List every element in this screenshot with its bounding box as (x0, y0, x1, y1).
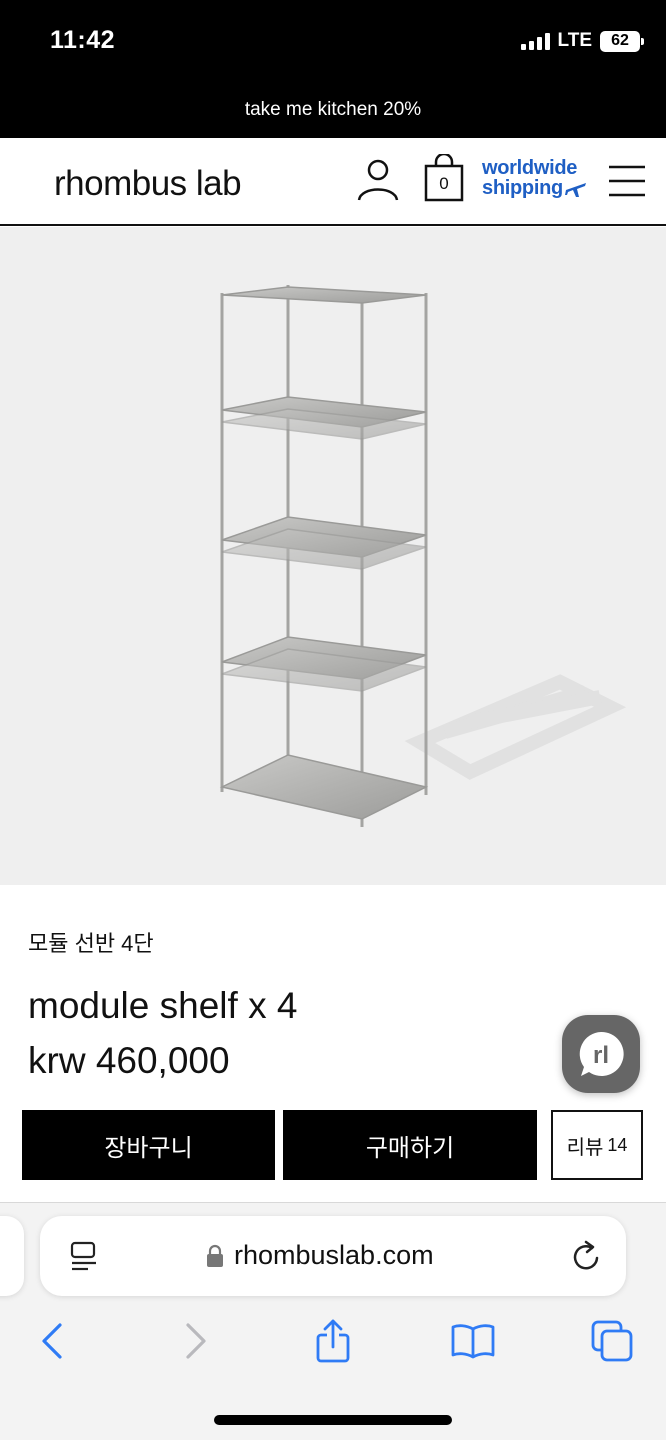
shelf-product-photo (219, 285, 627, 827)
hamburger-menu-icon[interactable] (608, 164, 646, 198)
chat-label: rl (593, 1042, 609, 1069)
buy-now-button[interactable]: 구매하기 (283, 1110, 537, 1180)
battery-icon: 62 (600, 30, 644, 52)
add-to-cart-button[interactable]: 장바구니 (22, 1110, 275, 1180)
book-icon (451, 1324, 495, 1359)
forward-button[interactable] (176, 1318, 216, 1364)
bookmarks-button[interactable] (448, 1318, 498, 1364)
chat-bubble-icon: rl (579, 1031, 624, 1076)
chat-button[interactable]: rl (562, 1015, 640, 1093)
reader-mode-icon[interactable] (70, 1241, 98, 1273)
user-account-icon[interactable] (356, 158, 400, 202)
product-image[interactable] (0, 227, 666, 885)
network-type: LTE (557, 30, 592, 51)
back-button[interactable] (32, 1318, 72, 1364)
status-indicators: LTE 62 (520, 30, 644, 52)
site-header: rhombus lab 0 worldwide shipping (0, 138, 666, 226)
airplane-icon (564, 183, 586, 197)
promo-banner[interactable]: take me kitchen 20% (0, 84, 666, 138)
shipping-line1: worldwide (482, 157, 578, 179)
tabs-icon (591, 1320, 633, 1362)
tabs-button[interactable] (588, 1318, 636, 1364)
review-count: 14 (607, 1134, 628, 1155)
shipping-line2: shipping (482, 177, 563, 199)
chevron-left-icon (42, 1323, 62, 1359)
status-time: 11:42 (50, 26, 116, 54)
lock-icon (207, 1244, 223, 1267)
status-bar: 11:42 LTE 62 (0, 0, 666, 84)
site-logo[interactable]: rhombus lab (54, 164, 242, 204)
reload-icon[interactable] (572, 1240, 602, 1272)
product-name-korean: 모듈 선반 4단 (28, 931, 154, 956)
review-button[interactable]: 리뷰 14 (551, 1110, 643, 1180)
previous-tab-pill[interactable] (0, 1216, 24, 1296)
review-label: 리뷰 (566, 1136, 604, 1159)
chevron-right-icon (186, 1323, 206, 1359)
share-button[interactable] (310, 1318, 356, 1364)
home-indicator (214, 1415, 452, 1425)
worldwide-shipping-link[interactable]: worldwide shipping (482, 158, 587, 198)
share-icon (316, 1319, 350, 1363)
url-text[interactable]: rhombuslab.com (234, 1240, 434, 1271)
signal-icon (520, 32, 550, 50)
cart-count: 0 (439, 174, 449, 193)
product-name: module shelf x 4 (28, 985, 298, 1026)
product-price: krw 460,000 (28, 1040, 230, 1081)
